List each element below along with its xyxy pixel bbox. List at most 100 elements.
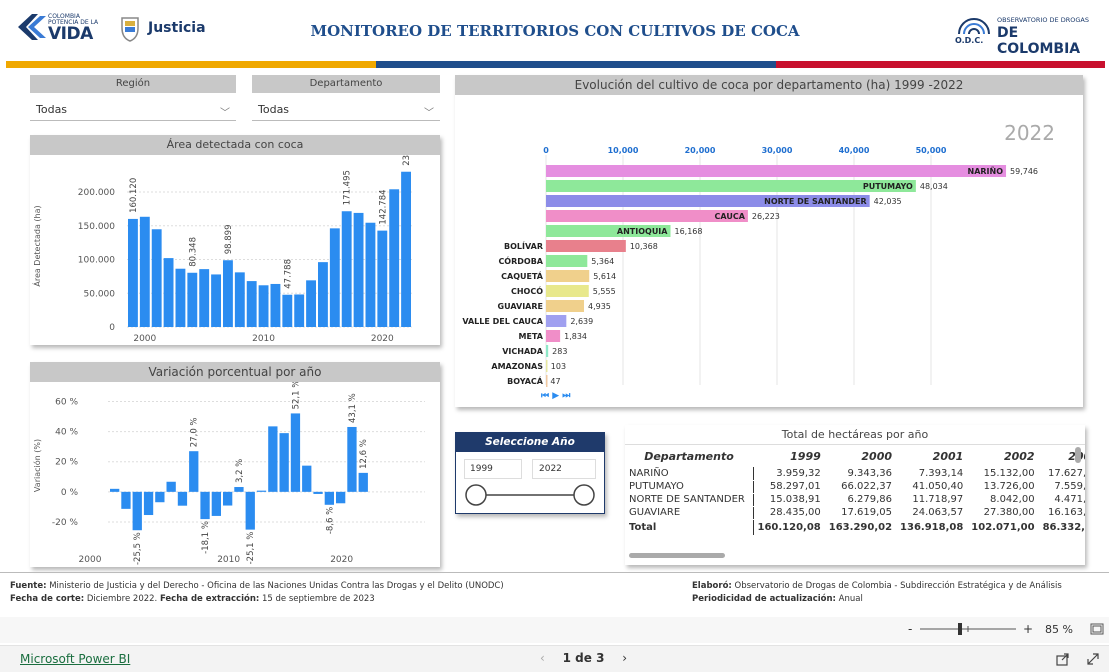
variation-bar — [313, 491, 323, 494]
table-header-row: Departamento19992000200120022003 — [625, 445, 1085, 467]
elaboro-label: Elaboró: — [692, 581, 732, 591]
powerbi-link[interactable]: Microsoft Power BI — [20, 652, 130, 666]
area-bar — [128, 218, 138, 327]
year-watermark: 2022 — [1004, 121, 1055, 145]
bar-data-label: -8,6 % — [325, 507, 335, 534]
variation-bar — [324, 491, 334, 505]
col-header-year[interactable]: 2000 — [825, 445, 896, 467]
table-cell-value: 17.619,05 — [824, 506, 897, 520]
x-tick-label: 2000 — [79, 555, 102, 565]
year-from-input[interactable]: 1999 — [464, 459, 522, 479]
odc-logo: O.D.C. OBSERVATORIO DE DROGAS DE COLOMBI… — [955, 16, 1095, 57]
zoom-out-button[interactable]: - — [908, 622, 912, 636]
dept-label: VICHADA — [502, 347, 544, 356]
variation-bar — [336, 491, 346, 504]
fullscreen-icon[interactable] — [1086, 652, 1100, 666]
x-tick-label: 2010 — [252, 334, 275, 344]
variation-chart[interactable]: 60 % 40 % 20 % 0 % -20 % Variación (%) -25,5 %… — [30, 380, 440, 576]
col-header-year[interactable]: 2001 — [896, 445, 967, 467]
year-slicer-title: Seleccione Año — [456, 433, 604, 452]
departamento-slicer: Departamento Todas ﹀ — [252, 75, 440, 125]
x-tick-label: 30,000 — [762, 146, 793, 155]
bar-data-label: 12,6 % — [359, 439, 369, 469]
dept-label: CHOCÓ — [511, 285, 543, 296]
zoom-level: 85 % — [1045, 623, 1073, 636]
region-dropdown[interactable]: Todas ﹀ — [30, 99, 236, 121]
table-row[interactable]: GUAVIARE 28.435,00 17.619,05 24.063,57 27.38… — [625, 506, 1085, 520]
table-title: Total de hectáreas por año — [625, 425, 1085, 445]
table-cell-value: 24.063,57 — [896, 506, 968, 520]
area-bar — [341, 211, 352, 327]
extraccion-label: Fecha de extracción: — [159, 594, 260, 604]
region-value: Todas — [36, 103, 68, 116]
table-scroll-area: Departamento19992000200120022003 NARIÑO3… — [625, 445, 1085, 536]
dept-value-label: 42,035 — [874, 197, 902, 206]
color-bar-blue — [376, 61, 776, 68]
bar-data-label: 47.788 — [283, 259, 293, 289]
variation-bar — [189, 451, 199, 492]
x-tick-label: 2020 — [330, 555, 353, 565]
fuente-text: Ministerio de Justicia y del Derecho - O… — [49, 581, 504, 591]
col-header-year[interactable]: 1999 — [753, 445, 825, 467]
prev-page-chevron-icon[interactable]: ‹ — [540, 651, 545, 665]
total-value: 160.120,08 — [753, 518, 825, 536]
color-bar-red — [776, 61, 1105, 68]
variation-chart-panel: Variación porcentual por año 60 % 40 % 20 … — [30, 362, 440, 576]
area-bar — [151, 229, 162, 327]
odc-small-text: OBSERVATORIO DE DROGAS — [997, 16, 1089, 24]
table-cell-value: 7.559,00 — [1038, 480, 1085, 494]
year-range-slider[interactable] — [456, 483, 606, 511]
bar-data-label: 80.348 — [188, 237, 198, 267]
bar-data-label: 43,1 % — [348, 393, 358, 423]
area-bar — [223, 260, 233, 327]
dept-label: AMAZONAS — [491, 362, 543, 371]
variation-bar — [347, 426, 357, 492]
area-chart[interactable]: 200.000 150.000 100.000 50.000 0 Área Detecta… — [30, 131, 440, 345]
col-header-departamento[interactable]: Departamento — [625, 445, 753, 467]
table-cell-departamento: PUTUMAYO — [625, 480, 754, 494]
dept-bar — [546, 345, 549, 357]
flag-color-bar — [6, 61, 1105, 68]
table-row[interactable]: NARIÑO 3.959,32 9.343,36 7.393,14 15.132,00 1… — [625, 467, 1085, 481]
dept-bar — [546, 270, 590, 282]
coat-of-arms-icon — [121, 17, 139, 42]
table-row[interactable]: PUTUMAYO 58.297,01 66.022,37 41.050,40 13.72… — [625, 480, 1085, 494]
table-cell-value: 17.627,61 — [1038, 467, 1085, 481]
zoom-in-button[interactable]: + — [1023, 622, 1033, 636]
total-value: 136.918,08 — [896, 518, 968, 536]
fit-to-page-icon[interactable] — [1090, 623, 1104, 635]
zoom-slider-handle — [958, 623, 962, 635]
justicia-text: Justicia — [148, 20, 206, 36]
area-bar — [329, 228, 340, 327]
zoom-slider[interactable] — [918, 621, 1018, 637]
area-chart-panel: Área detectada con coca 200.000 150.000 10… — [30, 131, 440, 345]
area-bar — [199, 269, 210, 327]
variation-bar — [290, 413, 301, 492]
dept-bar — [546, 165, 1007, 177]
odc-abbr: O.D.C. — [955, 36, 984, 45]
y-tick-label: 60 % — [55, 398, 78, 408]
next-page-chevron-icon[interactable]: › — [622, 651, 627, 665]
horizontal-scrollbar[interactable] — [629, 553, 725, 558]
vertical-scrollbar[interactable] — [1075, 447, 1081, 463]
area-bar — [365, 222, 376, 327]
variation-bar — [279, 433, 289, 492]
table-cell-value: 11.718,97 — [896, 493, 968, 507]
table-row[interactable]: NORTE DE SANTANDER 15.038,91 6.279,86 11.71… — [625, 493, 1085, 507]
dept-value-label: 5,614 — [593, 272, 616, 281]
share-icon[interactable] — [1056, 652, 1070, 666]
col-header-year[interactable]: 2002 — [967, 445, 1038, 467]
total-value: 102.071,00 — [967, 518, 1039, 536]
elaboro-text: Observatorio de Drogas de Colombia - Sub… — [734, 581, 1062, 591]
year-to-input[interactable]: 2022 — [532, 459, 596, 479]
dept-label: GUAVIARE — [498, 302, 543, 311]
total-value: 86.332,27 — [1038, 518, 1085, 536]
dept-value-label: 2,639 — [570, 317, 593, 326]
variation-bar — [110, 488, 120, 492]
zoom-bar: - + 85 % — [0, 617, 1109, 643]
table-cell-value: 28.435,00 — [753, 506, 825, 520]
variation-bar — [234, 487, 244, 492]
dept-bar — [546, 330, 561, 342]
departamento-dropdown[interactable]: Todas ﹀ — [252, 99, 440, 121]
evolution-chart[interactable]: 2022 0 10,000 20,000 30,000 40,000 50,000 NARIÑ… — [455, 95, 1083, 407]
